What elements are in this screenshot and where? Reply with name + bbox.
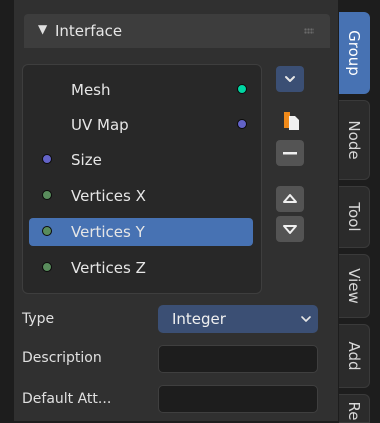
move-down-button[interactable] <box>276 216 304 242</box>
expand-triangle-icon[interactable]: ▼ <box>38 22 47 36</box>
interface-panel-header[interactable]: ▼ Interface <box>24 14 330 48</box>
socket-dot-icon <box>42 154 52 164</box>
tab-label: Re <box>345 401 363 421</box>
list-item-label: Vertices X <box>71 187 146 205</box>
list-item[interactable]: Vertices X <box>29 182 253 210</box>
default-attribute-label: Default Att... <box>22 391 112 407</box>
socket-dot-icon <box>42 190 52 200</box>
list-item[interactable]: Vertices Z <box>29 254 253 282</box>
chevron-down-icon <box>301 316 311 322</box>
socket-dot-icon <box>237 84 247 94</box>
type-label: Type <box>22 311 55 327</box>
triangle-up-icon <box>283 194 297 203</box>
type-select-value: Integer <box>172 310 226 328</box>
type-select[interactable]: Integer <box>158 305 318 333</box>
duplicate-icon <box>284 112 299 130</box>
tab-label: Tool <box>345 202 363 232</box>
duplicate-button[interactable] <box>276 108 304 134</box>
tab-label: Add <box>345 341 363 371</box>
chevron-down-icon <box>285 76 295 82</box>
triangle-down-icon <box>283 225 297 234</box>
minus-icon <box>283 152 297 155</box>
sidebar-tabs: Group Node Tool View Add Re <box>338 0 380 423</box>
tab-node[interactable]: Node <box>339 100 370 180</box>
description-label: Description <box>22 350 102 366</box>
default-attribute-field[interactable] <box>158 385 318 413</box>
socket-dot-icon <box>42 226 52 236</box>
move-up-button[interactable] <box>276 186 304 212</box>
tab-re[interactable]: Re <box>339 394 370 423</box>
list-item-label: UV Map <box>71 116 129 134</box>
list-item-selected[interactable]: Vertices Y <box>29 218 253 246</box>
list-item-label: Mesh <box>71 81 111 99</box>
remove-button[interactable] <box>276 140 304 166</box>
interface-socket-list: Mesh UV Map Size Vertices X Vertices Y V… <box>22 64 262 294</box>
tab-group[interactable]: Group <box>339 12 370 94</box>
list-item-label: Vertices Z <box>71 259 146 277</box>
description-field[interactable] <box>158 345 318 373</box>
add-dropdown-button[interactable] <box>276 66 304 92</box>
tab-label: View <box>345 268 363 304</box>
socket-dot-icon <box>42 262 52 272</box>
list-item[interactable]: Size <box>29 146 253 174</box>
list-item[interactable]: Mesh <box>29 76 253 104</box>
tab-label: Node <box>345 120 363 160</box>
list-item-label: Size <box>71 151 102 169</box>
tab-add[interactable]: Add <box>339 324 370 388</box>
socket-dot-icon <box>237 119 247 129</box>
tab-tool[interactable]: Tool <box>339 186 370 248</box>
panel-title: Interface <box>55 22 123 40</box>
list-item[interactable]: UV Map <box>29 111 253 139</box>
list-item-label: Vertices Y <box>71 223 145 241</box>
tab-label: Group <box>345 30 363 76</box>
drag-grip-icon[interactable] <box>304 28 314 34</box>
tab-view[interactable]: View <box>339 254 370 318</box>
